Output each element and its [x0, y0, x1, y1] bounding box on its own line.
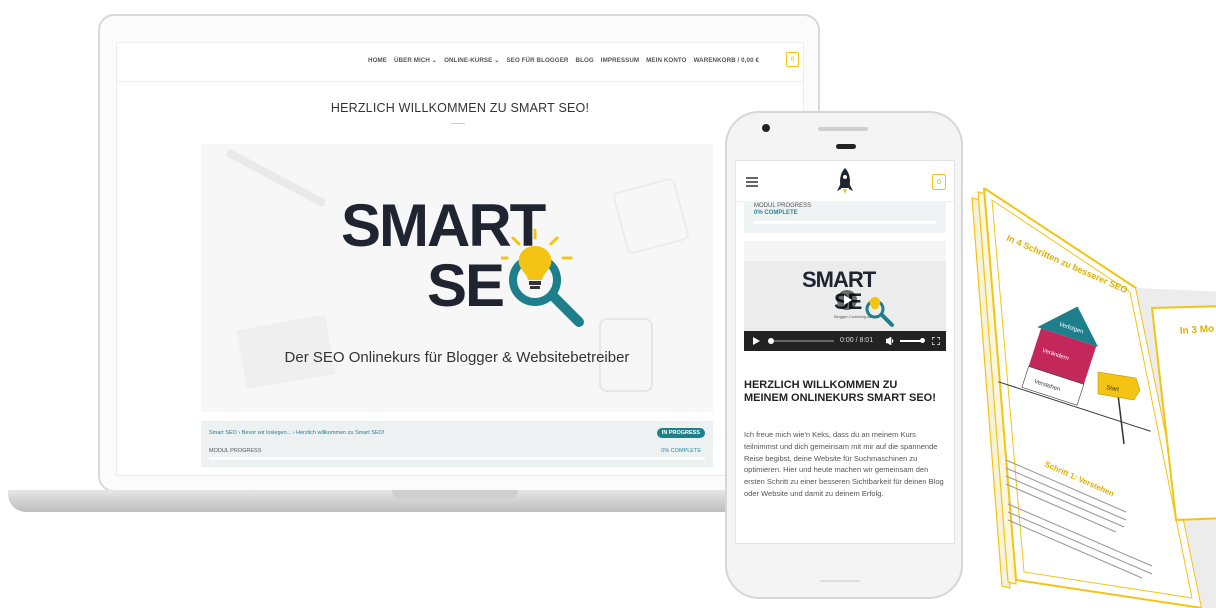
nav-item-warenkorb[interactable]: WARENKORB / 0,00 €	[694, 57, 759, 64]
mobile-progress-card: MODUL PROGRESS 0% COMPLETE	[744, 201, 946, 233]
camera-icon	[762, 124, 770, 132]
nav-item-seo-fuer-blogger[interactable]: SEO FÜR BLOGGER	[506, 57, 568, 64]
breadcrumb[interactable]: Smart SEO › Bevor wir loslegen... › Herz…	[209, 430, 384, 436]
video-subtitle: Blogger-Coaching.de	[834, 314, 872, 319]
seek-handle[interactable]	[768, 338, 774, 344]
speaker-grille	[818, 127, 868, 131]
play-overlay-icon[interactable]	[836, 289, 858, 311]
module-progress-card: Smart SEO › Bevor wir loslegen... › Herz…	[201, 421, 713, 467]
video-logo-smart: SMART	[802, 267, 876, 292]
hero-banner: SMART SE Der SEO Onlinekurs für Blogger …	[201, 144, 713, 412]
page-title: HERZLICH WILLKOMMEN ZU SMART SEO!	[330, 101, 590, 115]
nav-item-online-kurse[interactable]: ONLINE-KURSE ⌄	[444, 57, 499, 64]
seek-bar[interactable]	[768, 340, 834, 342]
nav-item-home[interactable]: HOME	[368, 57, 387, 64]
pencil-decoration	[225, 148, 327, 208]
clip-decoration	[611, 176, 691, 256]
fullscreen-icon[interactable]	[932, 337, 940, 345]
magnifier-bulb-icon	[501, 228, 584, 327]
nav-item-blog[interactable]: BLOG	[576, 57, 594, 64]
progress-bar	[209, 457, 705, 460]
mobile-header: 0	[736, 161, 954, 202]
nav-item-impressum[interactable]: IMPRESSUM	[601, 57, 639, 64]
volume-handle[interactable]	[920, 338, 925, 343]
progress-label: MODUL PROGRESS	[209, 448, 262, 454]
hero-tagline: Der SEO Onlinekurs für Blogger & Website…	[284, 349, 630, 366]
laptop-base	[8, 490, 768, 512]
video-controls: 0:00 / 8:01	[744, 331, 946, 351]
laptop-screen: HOME ÜBER MICH ⌄ ONLINE-KURSE ⌄ SEO FÜR …	[116, 42, 804, 476]
nav-item-mein-konto[interactable]: MEIN KONTO	[646, 57, 686, 64]
rocket-logo-icon[interactable]	[836, 167, 854, 195]
sensor-icon	[836, 144, 856, 149]
phone-screen: 0 MODUL PROGRESS 0% COMPLETE SMART SE Bl…	[735, 160, 955, 544]
volume-slider[interactable]	[900, 340, 922, 342]
top-navigation: HOME ÜBER MICH ⌄ ONLINE-KURSE ⌄ SEO FÜR …	[117, 43, 803, 82]
progress-percent: 0% COMPLETE	[661, 448, 701, 454]
article-body: Ich freue mich wie'n Keks, dass du an me…	[744, 430, 944, 498]
volume-icon[interactable]	[886, 337, 895, 345]
logo-text-se: SE	[427, 252, 505, 319]
phone-bottom-line	[820, 580, 860, 582]
progress-percent: 0% COMPLETE	[754, 210, 798, 216]
status-badge: IN PROGRESS	[656, 428, 705, 438]
video-time: 0:00 / 8:01	[840, 337, 874, 344]
nav-item-ueber-mich[interactable]: ÜBER MICH ⌄	[394, 57, 437, 64]
video-player[interactable]: SMART SE Blogger-Coaching.de 0:00 / 8:01	[744, 241, 946, 351]
progress-label: MODUL PROGRESS	[754, 203, 812, 209]
article-title: HERZLICH WILLKOMMEN ZU MEINEM ONLINEKURS…	[744, 379, 936, 404]
laptop-notch	[392, 490, 518, 499]
cart-icon[interactable]: 0	[932, 174, 946, 190]
cart-icon[interactable]: 0	[786, 52, 799, 67]
hamburger-menu-icon[interactable]	[746, 177, 758, 187]
progress-bar	[754, 221, 936, 224]
brochure-illustration: In 3 Mo In 4 Schritten zu besserer SEO V…	[971, 188, 1216, 608]
play-icon[interactable]	[752, 337, 760, 345]
magnifier-bulb-icon	[865, 297, 894, 327]
title-divider	[451, 123, 465, 124]
